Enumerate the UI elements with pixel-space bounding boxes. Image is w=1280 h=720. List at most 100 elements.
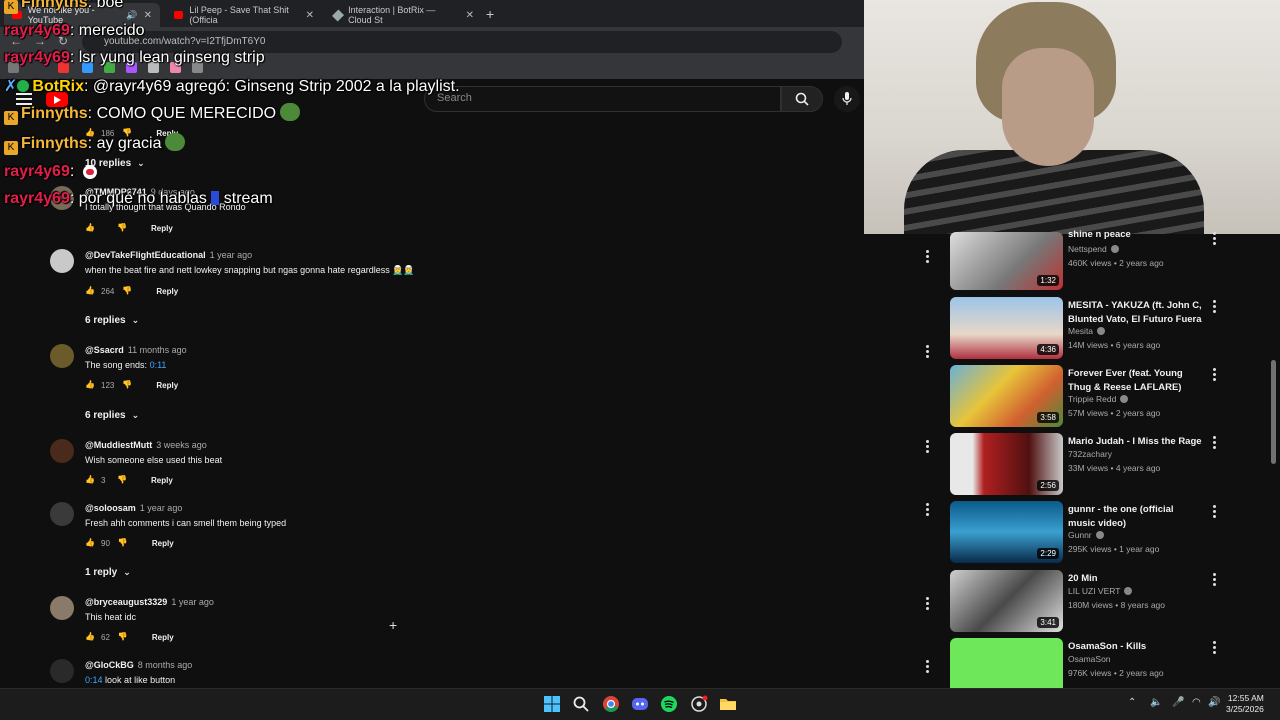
video-title[interactable]: Forever Ever (feat. Young Thug & Reese L… [1068,367,1203,394]
more-options-icon[interactable] [923,597,931,612]
windows-start-icon[interactable] [543,695,561,713]
system-clock[interactable]: 12:55 AM 3/25/2026 [1226,693,1264,715]
like-icon[interactable]: 👍 [85,475,95,485]
comment-author[interactable]: @DevTakeFlightEducational 1 year ago [85,250,252,260]
comment-actions: 👍 3 👎 Reply [85,475,173,485]
channel-name[interactable]: 732zachary [1068,449,1112,459]
video-thumbnail[interactable]: 3:58 [950,365,1063,427]
channel-name[interactable]: LIL UZI VERT [1068,586,1133,596]
channel-name[interactable]: Trippie Redd [1068,394,1129,404]
microphone-icon[interactable]: 🎤 [1172,697,1184,708]
reply-button[interactable]: Reply [151,476,173,485]
voice-search-button[interactable] [834,86,860,112]
dislike-icon[interactable]: 👎 [122,286,132,296]
video-thumbnail[interactable]: 4:36 [950,297,1063,359]
more-options-icon[interactable] [923,660,931,675]
timestamp-link[interactable]: 0:14 [85,675,103,685]
more-options-icon[interactable] [1210,436,1218,451]
avatar[interactable] [50,502,74,526]
avatar[interactable] [50,249,74,273]
channel-name[interactable]: Mesita [1068,326,1106,336]
avatar[interactable] [50,596,74,620]
video-title[interactable]: OsamaSon - Kills [1068,640,1203,654]
reply-button[interactable]: Reply [152,539,174,548]
video-meta: 976K views • 2 years ago [1068,668,1164,678]
video-thumbnail[interactable] [950,638,1063,688]
channel-name[interactable]: Nettspend [1068,244,1119,254]
more-options-icon[interactable] [1210,232,1218,247]
scrollbar-thumb[interactable] [1271,360,1276,464]
comment-author[interactable]: @GloCkBG 8 months ago [85,660,192,670]
avatar[interactable] [50,439,74,463]
search-icon[interactable] [572,695,590,713]
recommended-video[interactable]: 2:29 gunnr - the one (official music vid… [950,501,1250,565]
search-button[interactable] [781,86,823,112]
avatar[interactable] [50,659,74,683]
video-thumbnail[interactable]: 2:29 [950,501,1063,563]
more-options-icon[interactable] [923,345,931,360]
view-replies-button[interactable]: 1 reply ⌄ [85,567,131,578]
dislike-icon[interactable]: 👎 [122,380,132,390]
channel-name[interactable]: Gunnr [1068,530,1104,540]
chrome-alt-icon[interactable] [690,695,708,713]
video-title[interactable]: Mario Judah - I Miss the Rage [1068,435,1203,449]
recommended-video[interactable]: 3:58 Forever Ever (feat. Young Thug & Re… [950,365,1250,429]
comment-author[interactable]: @bryceaugust3329 1 year ago [85,597,214,607]
like-icon[interactable]: 👍 [85,538,95,548]
dislike-icon[interactable]: 👎 [118,632,128,642]
frog-emote-icon [165,133,186,151]
like-icon[interactable]: 👍 [85,223,95,233]
view-replies-button[interactable]: 6 replies ⌄ [85,410,139,421]
verified-icon [1110,245,1119,253]
discord-icon[interactable] [631,695,649,713]
comment-author[interactable]: @Ssacrd 11 months ago [85,345,187,355]
video-title[interactable]: 20 Min [1068,572,1203,586]
chrome-icon[interactable] [602,695,620,713]
like-icon[interactable]: 👍 [85,632,95,642]
video-thumbnail[interactable]: 3:41 [950,570,1063,632]
reply-button[interactable]: Reply [156,287,178,296]
timestamp-link[interactable]: 0:11 [150,360,167,370]
more-options-icon[interactable] [1210,573,1218,588]
like-icon[interactable]: 👍 [85,286,95,296]
chevron-up-icon[interactable]: ⌃ [1128,697,1136,708]
more-options-icon[interactable] [923,503,931,518]
more-options-icon[interactable] [923,440,931,455]
speaker-icon[interactable]: 🔈 [1150,697,1162,708]
reply-button[interactable]: Reply [156,381,178,390]
recommended-video[interactable]: 3:41 20 Min LIL UZI VERT 180M views • 8 … [950,570,1250,634]
avatar[interactable] [50,344,74,368]
recommended-video[interactable]: 1:32 shine n peace Nettspend 460K views … [950,229,1250,292]
video-thumbnail[interactable]: 1:32 [950,232,1063,290]
channel-name[interactable]: OsamaSon [1068,654,1111,664]
like-count: 90 [101,538,110,548]
dislike-icon[interactable]: 👎 [118,538,128,548]
comment-author[interactable]: @MuddiestMutt 3 weeks ago [85,440,207,450]
recommended-video[interactable]: OsamaSon - Kills OsamaSon 976K views • 2… [950,638,1250,688]
video-title[interactable]: gunnr - the one (official music video) [1068,503,1203,530]
comment-author[interactable]: @soloosam 1 year ago [85,503,182,513]
reply-button[interactable]: Reply [152,633,174,642]
file-explorer-icon[interactable] [719,695,737,713]
reply-button[interactable]: Reply [151,224,173,233]
more-options-icon[interactable] [923,250,931,265]
verified-badge-icon [17,80,30,92]
verified-icon [1120,395,1129,403]
more-options-icon[interactable] [1210,368,1218,383]
spotify-icon[interactable] [660,695,678,713]
more-options-icon[interactable] [1210,300,1218,315]
volume-icon[interactable]: 🔊 [1208,697,1220,708]
wifi-icon[interactable]: ◠ [1192,697,1201,708]
like-icon[interactable]: 👍 [85,380,95,390]
chat-message: ✗ BotRix: @rayr4y69 agregó: Ginseng Strip… [4,78,460,95]
recommended-video[interactable]: 4:36 MESITA - YAKUZA (ft. John C, Blunte… [950,297,1250,361]
more-options-icon[interactable] [1210,505,1218,520]
video-title[interactable]: shine n peace [1068,228,1203,242]
dislike-icon[interactable]: 👎 [117,475,127,485]
video-thumbnail[interactable]: 2:56 [950,433,1063,495]
video-title[interactable]: MESITA - YAKUZA (ft. John C, Blunted Vat… [1068,299,1203,327]
view-replies-button[interactable]: 6 replies ⌄ [85,315,139,326]
recommended-video[interactable]: 2:56 Mario Judah - I Miss the Rage 732za… [950,433,1250,497]
more-options-icon[interactable] [1210,641,1218,656]
dislike-icon[interactable]: 👎 [117,223,127,233]
